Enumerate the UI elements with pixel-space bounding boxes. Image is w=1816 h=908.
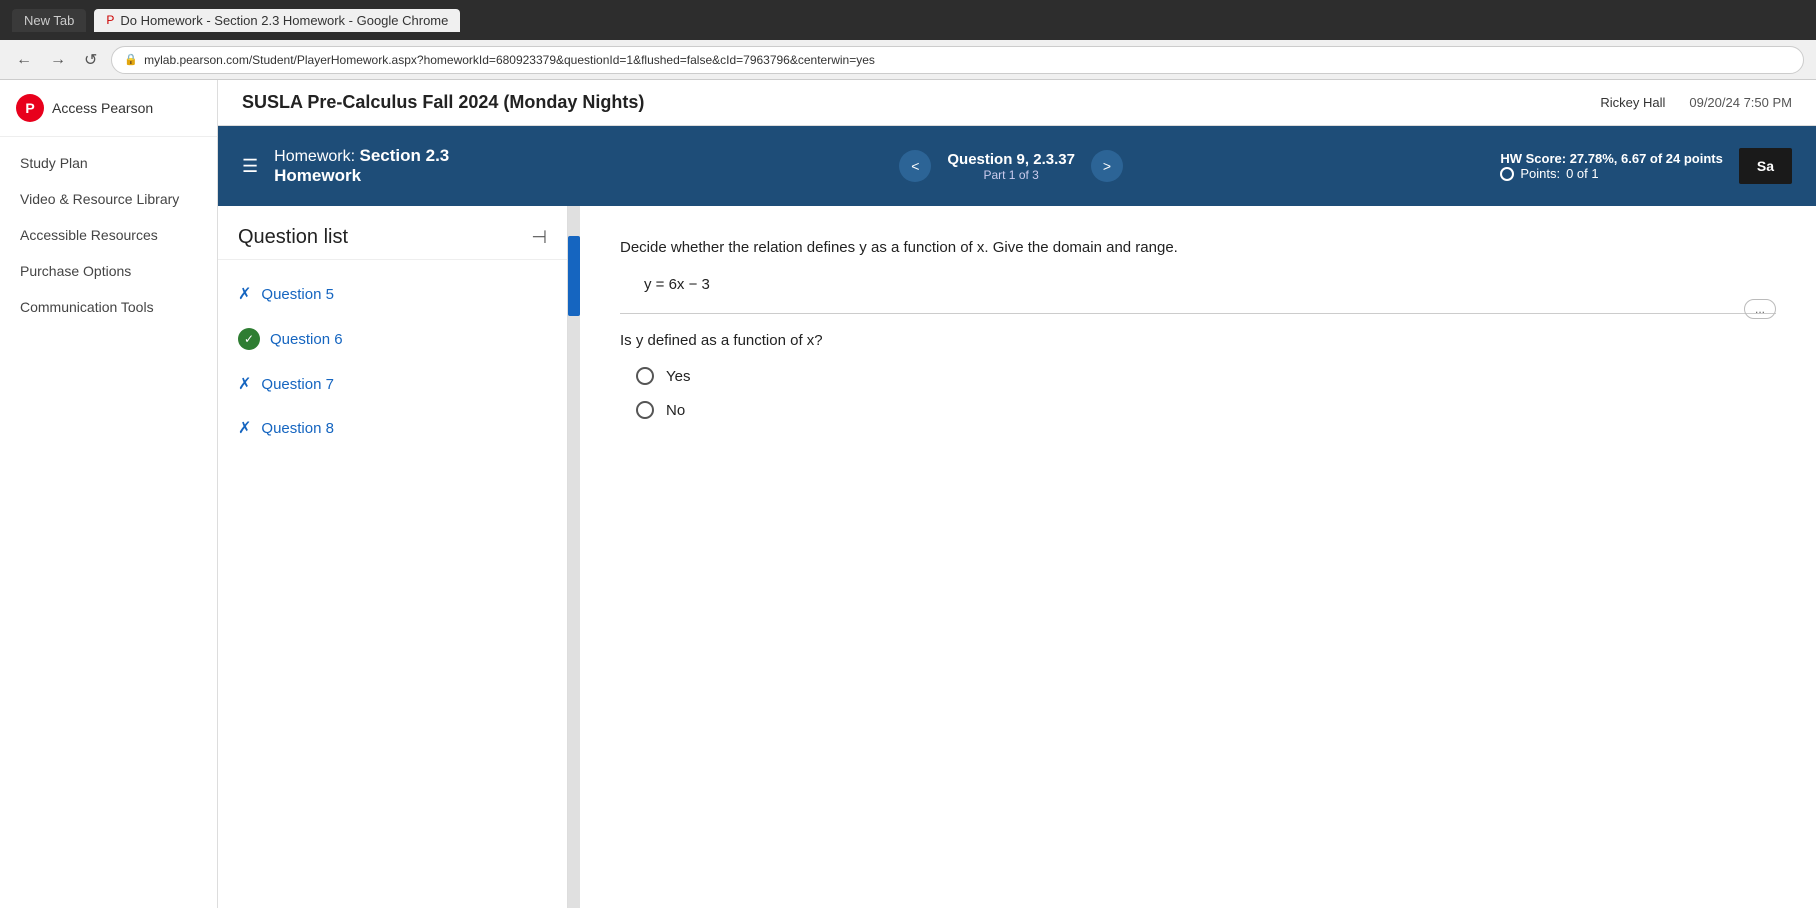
q5-label: Question 5 xyxy=(261,286,334,303)
back-button[interactable]: ← xyxy=(12,47,36,73)
question-list-header: Question list ⊣ xyxy=(218,206,567,260)
question-equation: y = 6x − 3 xyxy=(644,276,1776,293)
top-bar: SUSLA Pre-Calculus Fall 2024 (Monday Nig… xyxy=(218,80,1816,126)
hw-score-block: HW Score: 27.78%, 6.67 of 24 points Poin… xyxy=(1500,151,1723,181)
sidebar-item-label: Purchase Options xyxy=(20,263,131,279)
hw-header-left: ☰ Homework: Section 2.3 Homework xyxy=(242,146,522,186)
list-item-q6[interactable]: ✓ Question 6 xyxy=(218,316,567,362)
q8-label: Question 8 xyxy=(261,420,334,437)
points-row: Points: 0 of 1 xyxy=(1500,166,1723,181)
sidebar-logo: P Access Pearson xyxy=(0,80,217,137)
question-part: Part 1 of 3 xyxy=(947,168,1075,182)
q6-label: Question 6 xyxy=(270,331,343,348)
browser-chrome: New Tab P Do Homework - Section 2.3 Home… xyxy=(0,0,1816,40)
lock-icon: 🔒 xyxy=(124,53,138,66)
q7-status-icon: ✗ xyxy=(238,374,251,394)
sidebar-item-accessible-resources[interactable]: Accessible Resources xyxy=(0,217,217,253)
sidebar: P Access Pearson Study Plan Video & Reso… xyxy=(0,80,218,908)
sidebar-item-video-library[interactable]: Video & Resource Library xyxy=(0,181,217,217)
tab-title: Do Homework - Section 2.3 Homework - Goo… xyxy=(120,13,448,28)
address-bar[interactable]: 🔒 mylab.pearson.com/Student/PlayerHomewo… xyxy=(111,46,1804,74)
main-layout: P Access Pearson Study Plan Video & Reso… xyxy=(0,80,1816,908)
sidebar-logo-text: Access Pearson xyxy=(52,100,153,116)
hw-score-label: HW Score: 27.78%, 6.67 of 24 points xyxy=(1500,151,1723,166)
sidebar-item-purchase-options[interactable]: Purchase Options xyxy=(0,253,217,289)
tab-active[interactable]: P Do Homework - Section 2.3 Homework - G… xyxy=(94,9,460,32)
date-time: 09/20/24 7:50 PM xyxy=(1689,95,1792,110)
hw-title-block: Homework: Section 2.3 Homework xyxy=(274,146,449,186)
body-area: Question list ⊣ ✗ Question 5 ✓ Question … xyxy=(218,206,1816,908)
question-number: Question 9, 2.3.37 xyxy=(947,151,1075,168)
address-url: mylab.pearson.com/Student/PlayerHomework… xyxy=(144,53,875,67)
question-content: Decide whether the relation defines y as… xyxy=(580,206,1816,908)
hw-center: < Question 9, 2.3.37 Part 1 of 3 > xyxy=(522,150,1500,182)
homework-header: ☰ Homework: Section 2.3 Homework < Quest… xyxy=(218,126,1816,206)
sidebar-item-label: Study Plan xyxy=(20,155,88,171)
q6-check-icon: ✓ xyxy=(238,328,260,350)
address-bar-row: ← → ↺ 🔒 mylab.pearson.com/Student/Player… xyxy=(0,40,1816,80)
radio-no-label: No xyxy=(666,402,685,419)
expand-button[interactable]: ... xyxy=(1744,299,1776,319)
content-area: SUSLA Pre-Calculus Fall 2024 (Monday Nig… xyxy=(218,80,1816,908)
points-circle-icon xyxy=(1500,167,1514,181)
sidebar-nav: Study Plan Video & Resource Library Acce… xyxy=(0,137,217,333)
tab-favicon: P xyxy=(106,13,114,27)
list-item-q5[interactable]: ✗ Question 5 xyxy=(218,272,567,316)
top-bar-right: Rickey Hall 09/20/24 7:50 PM xyxy=(1600,95,1792,110)
list-item-q7[interactable]: ✗ Question 7 xyxy=(218,362,567,406)
q8-status-icon: ✗ xyxy=(238,418,251,438)
scroll-indicator[interactable] xyxy=(568,206,580,908)
tab-inactive[interactable]: New Tab xyxy=(12,9,86,32)
user-name: Rickey Hall xyxy=(1600,95,1665,110)
save-button[interactable]: Sa xyxy=(1739,148,1792,184)
hw-right: HW Score: 27.78%, 6.67 of 24 points Poin… xyxy=(1500,148,1792,184)
tab-bar: New Tab P Do Homework - Section 2.3 Home… xyxy=(12,9,460,32)
radio-circle-yes[interactable] xyxy=(636,367,654,385)
question-instruction: Decide whether the relation defines y as… xyxy=(620,236,1776,260)
radio-circle-no[interactable] xyxy=(636,401,654,419)
sidebar-item-label: Accessible Resources xyxy=(20,227,158,243)
scroll-thumb xyxy=(568,236,580,316)
radio-option-yes[interactable]: Yes xyxy=(636,367,1776,385)
list-item-q8[interactable]: ✗ Question 8 xyxy=(218,406,567,450)
hw-homework-label: Homework: Section 2.3 xyxy=(274,146,449,166)
next-question-button[interactable]: > xyxy=(1091,150,1123,182)
prev-question-button[interactable]: < xyxy=(899,150,931,182)
question-list-title: Question list xyxy=(238,226,348,249)
course-title: SUSLA Pre-Calculus Fall 2024 (Monday Nig… xyxy=(242,92,644,113)
collapse-list-button[interactable]: ⊣ xyxy=(531,227,547,248)
q5-status-icon: ✗ xyxy=(238,284,251,304)
forward-button[interactable]: → xyxy=(46,47,70,73)
question-list-panel: Question list ⊣ ✗ Question 5 ✓ Question … xyxy=(218,206,568,908)
q7-label: Question 7 xyxy=(261,376,334,393)
points-label: Points: xyxy=(1520,166,1560,181)
hw-homework-sub: Homework xyxy=(274,166,449,186)
sidebar-item-study-plan[interactable]: Study Plan xyxy=(0,145,217,181)
refresh-button[interactable]: ↺ xyxy=(80,46,101,74)
sidebar-item-label: Communication Tools xyxy=(20,299,154,315)
points-value: 0 of 1 xyxy=(1566,166,1599,181)
sidebar-item-communication-tools[interactable]: Communication Tools xyxy=(0,289,217,325)
pearson-logo-icon: P xyxy=(16,94,44,122)
radio-group: Yes No xyxy=(636,367,1776,419)
question-info: Question 9, 2.3.37 Part 1 of 3 xyxy=(947,151,1075,182)
radio-yes-label: Yes xyxy=(666,368,690,385)
hamburger-icon[interactable]: ☰ xyxy=(242,156,258,177)
divider xyxy=(620,313,1776,314)
radio-option-no[interactable]: No xyxy=(636,401,1776,419)
sidebar-item-label: Video & Resource Library xyxy=(20,191,179,207)
question-list-items: ✗ Question 5 ✓ Question 6 ✗ Question 7 ✗… xyxy=(218,260,567,908)
sub-question-text: Is y defined as a function of x? xyxy=(620,332,1776,349)
